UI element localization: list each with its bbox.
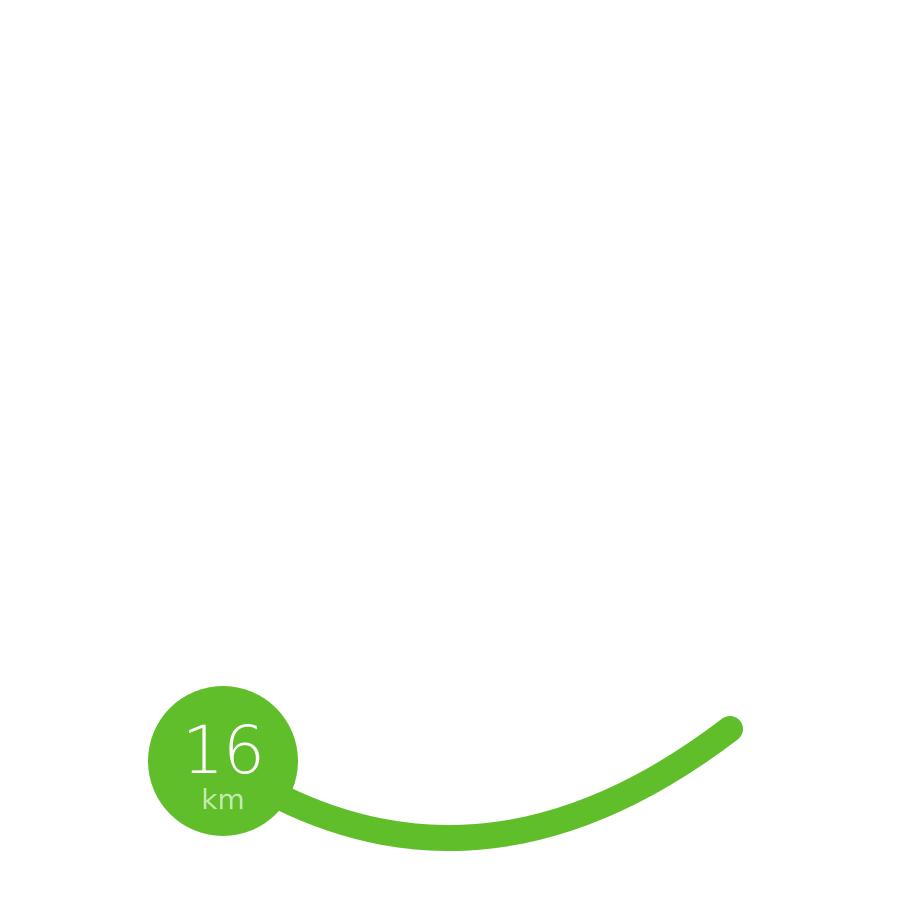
gauge-graphic (148, 686, 743, 852)
progress-arc (267, 716, 743, 852)
value-badge-circle (148, 686, 298, 836)
distance-gauge: 16 km (0, 0, 916, 916)
